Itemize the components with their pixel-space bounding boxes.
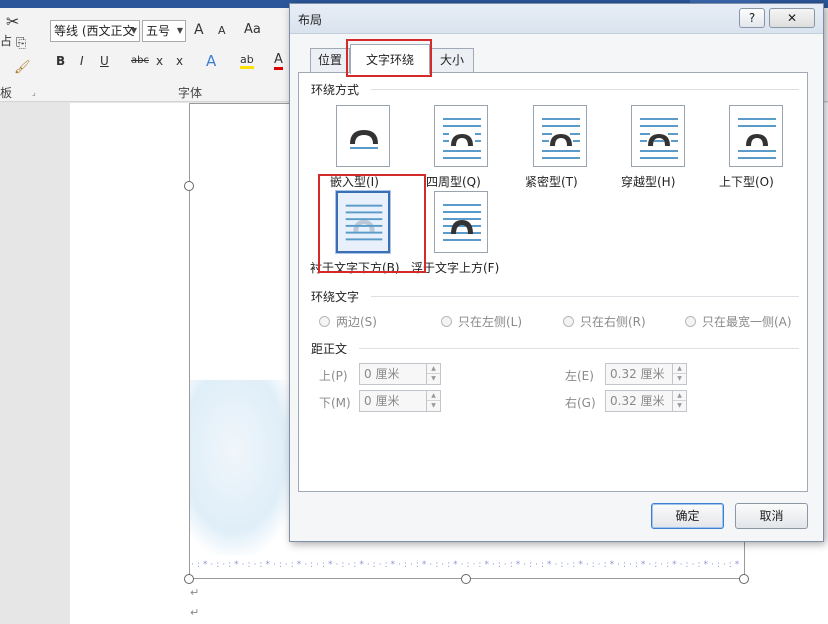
shrink-font-button[interactable]: A: [218, 24, 226, 37]
text-wrapping-panel: 环绕方式 嵌入型(I) 四周型(Q) 紧密型(T) 穿越型(H) 上下型(O) …: [298, 72, 808, 492]
copy-icon[interactable]: ⎘: [16, 36, 26, 51]
wrap-square-button[interactable]: [434, 105, 488, 167]
cut-icon[interactable]: ✂: [6, 12, 19, 31]
distance-bottom-input[interactable]: 0 厘米 ▲ ▼: [359, 390, 441, 412]
resize-handle[interactable]: [184, 574, 194, 584]
spin-up-icon[interactable]: ▲: [427, 391, 440, 401]
highlight-button[interactable]: ab: [240, 53, 254, 69]
section-divider: [359, 348, 799, 349]
clipboard-group-label: 板: [0, 86, 13, 100]
wrap-top-bottom-label: 上下型(O): [719, 175, 774, 189]
tab-size[interactable]: 大小: [430, 48, 474, 72]
distance-right-input[interactable]: 0.32 厘米 ▲ ▼: [605, 390, 687, 412]
superscript-button[interactable]: x: [176, 54, 183, 68]
radio-circle: [685, 316, 696, 327]
distance-top-value: 0 厘米: [364, 367, 400, 381]
chevron-down-icon: ▼: [176, 26, 183, 35]
resize-handle[interactable]: [184, 181, 194, 191]
help-button[interactable]: ?: [739, 8, 765, 28]
section-divider: [371, 296, 799, 297]
grow-font-button[interactable]: A: [194, 22, 204, 38]
italic-button[interactable]: I: [80, 54, 84, 68]
distance-bottom-label: 下(M): [319, 396, 351, 410]
spin-down-icon[interactable]: ▼: [673, 401, 686, 411]
section-divider: [371, 89, 799, 90]
spin-down-icon[interactable]: ▼: [427, 374, 440, 384]
bold-button[interactable]: B: [56, 54, 65, 68]
text-effects-button[interactable]: A: [206, 52, 216, 70]
dialog-title-bar[interactable]: 布局 ? ✕: [290, 4, 823, 34]
spin-down-icon[interactable]: ▼: [427, 401, 440, 411]
radio-circle: [319, 316, 330, 327]
spin-up-icon[interactable]: ▲: [673, 391, 686, 401]
font-name-combo[interactable]: 等线 (西文正文 ▼: [50, 20, 140, 42]
close-icon: ✕: [786, 11, 798, 25]
wrap-top-bottom-button[interactable]: [729, 105, 783, 167]
radio-both-sides[interactable]: 两边(S): [319, 313, 377, 330]
font-size-combo[interactable]: 五号 ▼: [142, 20, 186, 42]
spin-arrows[interactable]: ▲ ▼: [672, 391, 686, 411]
ok-button[interactable]: 确定: [651, 503, 724, 529]
spin-arrows[interactable]: ▲ ▼: [426, 391, 440, 411]
wrap-inline-button[interactable]: [336, 105, 390, 167]
radio-left-only-label: 只在左侧(L): [458, 315, 523, 329]
resize-handle[interactable]: [461, 574, 471, 584]
radio-left-only[interactable]: 只在左侧(L): [441, 313, 522, 330]
distance-section-title: 距正文: [311, 342, 348, 356]
distance-top-label: 上(P): [319, 369, 348, 383]
wrap-through-button[interactable]: [631, 105, 685, 167]
radio-right-only[interactable]: 只在右侧(R): [563, 313, 646, 330]
layout-dialog: 布局 ? ✕ 位置 文字环绕 大小 环绕方式 嵌入型(I) 四周型(Q) 紧密型…: [289, 3, 824, 542]
spin-arrows[interactable]: ▲ ▼: [426, 364, 440, 384]
highlight-box-tab: [346, 39, 432, 77]
radio-right-only-label: 只在右侧(R): [580, 315, 646, 329]
close-button[interactable]: ✕: [769, 8, 815, 28]
spin-up-icon[interactable]: ▲: [427, 364, 440, 374]
radio-both-sides-label: 两边(S): [336, 315, 377, 329]
wrap-style-section-title: 环绕方式: [311, 83, 360, 97]
change-case-button[interactable]: Aa: [244, 22, 261, 37]
clipboard-launcher-icon[interactable]: ⌟: [32, 88, 36, 97]
wrap-tight-label: 紧密型(T): [525, 175, 578, 189]
wrap-through-label: 穿越型(H): [621, 175, 676, 189]
font-color-button[interactable]: A: [274, 52, 283, 70]
paste-fragment[interactable]: 占: [0, 32, 12, 49]
font-name-value: 等线 (西文正文: [54, 24, 135, 38]
highlight-box-behind-text: [318, 174, 426, 273]
underline-button[interactable]: U: [100, 54, 109, 68]
dialog-title: 布局: [298, 13, 323, 27]
font-size-value: 五号: [146, 24, 171, 38]
spin-arrows[interactable]: ▲ ▼: [672, 364, 686, 384]
radio-circle: [563, 316, 574, 327]
strikethrough-button[interactable]: abc: [131, 55, 149, 66]
distance-left-label: 左(E): [565, 369, 594, 383]
tab-position[interactable]: 位置: [310, 48, 350, 72]
spin-down-icon[interactable]: ▼: [673, 374, 686, 384]
chevron-down-icon: ▼: [130, 26, 137, 35]
radio-largest-only-label: 只在最宽一侧(A): [702, 315, 792, 329]
wrap-in-front-button[interactable]: [434, 191, 488, 253]
paragraph-mark: ↵: [190, 586, 200, 599]
radio-circle: [441, 316, 452, 327]
paragraph-mark: ↵: [190, 606, 200, 619]
distance-left-value: 0.32 厘米: [610, 367, 665, 381]
font-group-label: 字体: [178, 86, 203, 100]
distance-bottom-value: 0 厘米: [364, 394, 400, 408]
resize-handle[interactable]: [739, 574, 749, 584]
subscript-button[interactable]: x: [156, 54, 163, 68]
distance-left-input[interactable]: 0.32 厘米 ▲ ▼: [605, 363, 687, 385]
distance-right-label: 右(G): [565, 396, 596, 410]
distance-top-input[interactable]: 0 厘米 ▲ ▼: [359, 363, 441, 385]
wrap-text-section-title: 环绕文字: [311, 290, 360, 304]
wrap-tight-button[interactable]: [533, 105, 587, 167]
distance-right-value: 0.32 厘米: [610, 394, 665, 408]
cancel-button[interactable]: 取消: [735, 503, 808, 529]
spin-up-icon[interactable]: ▲: [673, 364, 686, 374]
format-painter-icon[interactable]: 🖌: [14, 60, 31, 75]
radio-largest-only[interactable]: 只在最宽一侧(A): [685, 313, 792, 330]
wrap-square-label: 四周型(Q): [426, 175, 481, 189]
